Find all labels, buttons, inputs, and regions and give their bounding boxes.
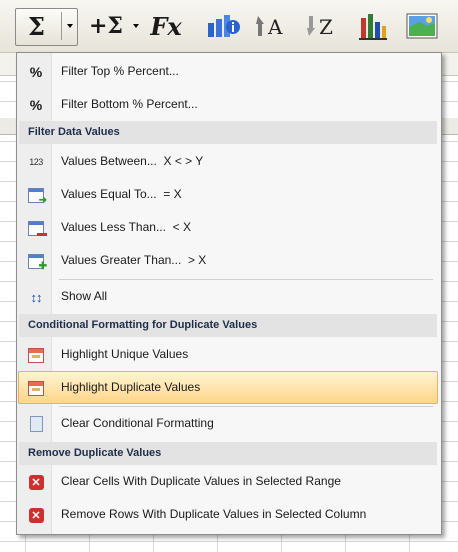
sort-descending-button[interactable]: Z — [303, 6, 339, 46]
sort-descending-icon: Z — [307, 15, 333, 39]
menu-item-highlight-duplicate[interactable]: Highlight Duplicate Values — [18, 371, 438, 404]
menu-item-clear-conditional-formatting[interactable]: Clear Conditional Formatting — [19, 408, 437, 439]
autosum-dropdown-menu: % Filter Top % Percent... % Filter Botto… — [16, 52, 442, 535]
menu-item-highlight-unique[interactable]: Highlight Unique Values — [19, 339, 437, 370]
picture-button[interactable] — [404, 6, 440, 46]
menu-item-label: Remove Rows With Duplicate Values in Sel… — [61, 507, 367, 521]
menu-item-label: Filter Bottom % Percent... — [61, 97, 198, 111]
info-button[interactable] — [205, 6, 241, 46]
chart-button[interactable] — [355, 6, 391, 46]
number-123-icon: 123 — [29, 157, 43, 167]
autosum-icon: Σ — [28, 12, 45, 41]
menu-item-label: Highlight Unique Values — [61, 347, 189, 361]
menu-item-label: Clear Cells With Duplicate Values in Sel… — [61, 474, 341, 488]
info-icon — [208, 15, 240, 37]
menu-item-label: Highlight Duplicate Values — [61, 380, 201, 394]
window-minus-icon: ▬ — [28, 220, 47, 238]
menu-item-values-between[interactable]: 123 Values Between... X < > Y — [19, 146, 437, 177]
menu-separator — [59, 279, 433, 280]
percent-icon: % — [29, 64, 43, 80]
show-all-icon: ↕↕ — [30, 289, 43, 305]
menu-item-filter-bottom-percent[interactable]: % Filter Bottom % Percent... — [19, 89, 437, 120]
menu-item-clear-duplicate-cells[interactable]: ✕ Clear Cells With Duplicate Values in S… — [19, 466, 437, 497]
window-plus-icon: ✚ — [28, 253, 47, 271]
sort-ascending-icon: A — [256, 15, 283, 39]
menu-item-values-less-than[interactable]: ▬ Values Less Than... < X — [19, 212, 437, 243]
section-header-conditional-formatting: Conditional Formatting for Duplicate Val… — [19, 314, 437, 337]
menu-item-label: Show All — [61, 289, 108, 303]
sort-ascending-button[interactable]: A — [254, 6, 290, 46]
menu-item-label: Values Less Than... < X — [61, 220, 191, 234]
menu-item-remove-duplicate-rows[interactable]: ✕ Remove Rows With Duplicate Values in S… — [19, 499, 437, 530]
bar-chart-icon — [359, 14, 387, 40]
autosum-plus-button[interactable]: +Σ — [86, 6, 142, 46]
section-header-remove-duplicates: Remove Duplicate Values — [19, 442, 437, 465]
menu-separator — [59, 406, 433, 407]
menu-item-label: Filter Top % Percent... — [61, 64, 179, 78]
menu-item-label: Values Between... X < > Y — [61, 154, 204, 168]
calendar-icon — [28, 347, 44, 363]
toolbar: Σ +Σ Fx A Z — [0, 0, 458, 53]
split-divider — [61, 12, 62, 40]
image-icon — [406, 13, 438, 39]
red-x-icon: ✕ — [28, 474, 44, 490]
function-button[interactable]: Fx — [148, 6, 184, 46]
menu-item-filter-top-percent[interactable]: % Filter Top % Percent... — [19, 56, 437, 87]
autosum-plus-icon: +Σ — [89, 13, 123, 39]
chevron-down-icon[interactable] — [67, 24, 73, 28]
page-icon — [28, 416, 44, 432]
svg-text:A: A — [267, 15, 283, 39]
menu-item-label: Values Equal To... = X — [61, 187, 182, 201]
menu-item-label: Values Greater Than... > X — [61, 253, 207, 267]
chevron-down-icon[interactable] — [133, 24, 139, 28]
menu-item-show-all[interactable]: ↕↕ Show All — [19, 281, 437, 312]
svg-text:Z: Z — [319, 15, 333, 39]
section-header-filter-data-values: Filter Data Values — [19, 121, 437, 144]
menu-item-values-greater-than[interactable]: ✚ Values Greater Than... > X — [19, 245, 437, 276]
red-x-icon: ✕ — [28, 507, 44, 523]
menu-item-label: Clear Conditional Formatting — [61, 416, 214, 430]
menu-item-values-equal-to[interactable]: ➜ Values Equal To... = X — [19, 179, 437, 210]
percent-icon: % — [29, 97, 43, 113]
autosum-button[interactable]: Σ — [15, 8, 78, 46]
function-icon: Fx — [150, 11, 182, 41]
window-arrow-icon: ➜ — [28, 187, 47, 205]
calendar-icon — [28, 380, 44, 396]
